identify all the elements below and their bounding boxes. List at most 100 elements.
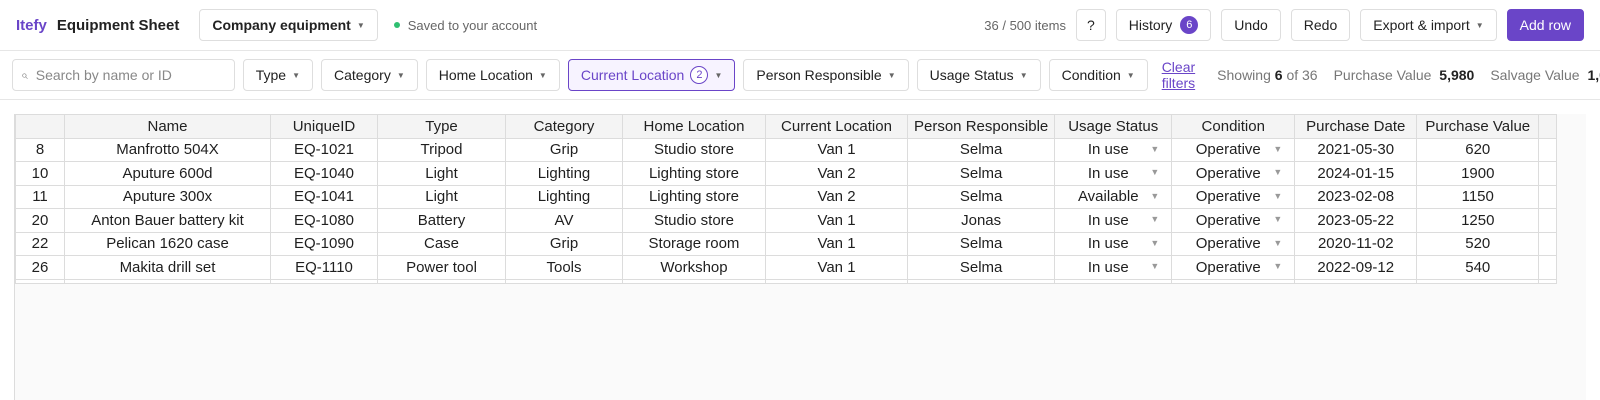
cell-uniqueid[interactable]: EQ-1040 xyxy=(270,161,378,186)
cell-condition[interactable]: Operative ▼ xyxy=(1171,137,1296,162)
cell-current-location[interactable]: Van 2 xyxy=(765,161,908,186)
column-header-name[interactable]: Name xyxy=(64,114,271,139)
cell-home-location[interactable]: Lighting store xyxy=(622,161,766,186)
cell-category[interactable]: Tools xyxy=(505,255,623,280)
cell-type[interactable]: Light xyxy=(377,161,506,186)
cell-condition[interactable]: Operative ▼ xyxy=(1171,231,1296,256)
cell-category[interactable]: Grip xyxy=(505,231,623,256)
cell-name[interactable]: Makita drill set xyxy=(64,255,271,280)
cell-uniqueid[interactable]: EQ-1021 xyxy=(270,137,378,162)
table-row[interactable]: 10 Aputure 600d EQ-1040 Light Lighting Lighti… xyxy=(15,161,1558,186)
cell-usage-status[interactable]: In use ▼ xyxy=(1054,255,1173,280)
cell-uniqueid[interactable]: EQ-1110 xyxy=(270,255,378,280)
cell-purchase-value[interactable]: 1900 xyxy=(1416,161,1540,186)
cell-person-responsible[interactable]: Selma xyxy=(906,231,1056,256)
cell-name[interactable]: Pelican 1620 case xyxy=(64,231,271,256)
cell-usage-status[interactable]: In use ▼ xyxy=(1054,208,1173,233)
row-number[interactable]: 22 xyxy=(15,231,65,256)
cell-person-responsible[interactable]: Selma xyxy=(906,184,1056,209)
history-button[interactable]: History 6 xyxy=(1115,9,1212,41)
cell-uniqueid[interactable]: EQ-1090 xyxy=(270,231,378,256)
cell-purchase-value[interactable]: 520 xyxy=(1416,231,1540,256)
table-row[interactable]: 20 Anton Bauer battery kit EQ-1080 Battery A… xyxy=(15,208,1558,233)
table-row[interactable]: 8 Manfrotto 504X EQ-1021 Tripod Grip Studio s… xyxy=(15,137,1558,162)
column-header-condition[interactable]: Condition xyxy=(1171,114,1296,139)
cell-usage-status[interactable]: In use ▼ xyxy=(1054,231,1173,256)
cell-type[interactable]: Power tool xyxy=(377,255,506,280)
cell-current-location[interactable]: Van 1 xyxy=(765,255,908,280)
table-row[interactable]: 26 Makita drill set EQ-1110 Power tool Tools… xyxy=(15,255,1558,280)
cell-condition[interactable]: Operative ▼ xyxy=(1171,161,1296,186)
column-header-uniqueid[interactable]: UniqueID xyxy=(270,114,378,139)
cell-home-location[interactable]: Workshop xyxy=(622,255,766,280)
cell-type[interactable]: Battery xyxy=(377,208,506,233)
cell-purchase-date[interactable]: 2023-05-22 xyxy=(1294,208,1418,233)
chevron-down-icon[interactable]: ▼ xyxy=(1273,144,1282,154)
add-column-header[interactable] xyxy=(1538,114,1558,139)
cell-usage-status[interactable]: In use ▼ xyxy=(1054,161,1173,186)
column-header-purchase-value[interactable]: Purchase Value xyxy=(1416,114,1540,139)
cell-home-location[interactable]: Studio store xyxy=(622,208,766,233)
column-header-category[interactable]: Category xyxy=(505,114,623,139)
column-header-type[interactable]: Type xyxy=(377,114,506,139)
sheet-selector[interactable]: Company equipment ▼ xyxy=(199,9,378,41)
cell-condition[interactable]: Operative ▼ xyxy=(1171,208,1296,233)
cell-person-responsible[interactable]: Selma xyxy=(906,255,1056,280)
cell-home-location[interactable]: Storage room xyxy=(622,231,766,256)
filter-person-responsible[interactable]: Person Responsible ▼ xyxy=(743,59,909,91)
chevron-down-icon[interactable]: ▼ xyxy=(1150,191,1159,201)
chevron-down-icon[interactable]: ▼ xyxy=(1150,167,1159,177)
filter-category[interactable]: Category ▼ xyxy=(321,59,418,91)
row-number[interactable]: 26 xyxy=(15,255,65,280)
column-header-home-location[interactable]: Home Location xyxy=(622,114,766,139)
cell-current-location[interactable]: Van 2 xyxy=(765,184,908,209)
row-number[interactable]: 8 xyxy=(15,137,65,162)
cell-uniqueid[interactable]: EQ-1080 xyxy=(270,208,378,233)
cell-type[interactable]: Tripod xyxy=(377,137,506,162)
row-number[interactable]: 20 xyxy=(15,208,65,233)
search-input[interactable] xyxy=(35,67,226,83)
column-header-current-location[interactable]: Current Location xyxy=(765,114,908,139)
clear-filters-link[interactable]: Clear filters xyxy=(1162,59,1195,91)
cell-purchase-date[interactable]: 2022-09-12 xyxy=(1294,255,1418,280)
cell-purchase-date[interactable]: 2024-01-15 xyxy=(1294,161,1418,186)
filter-home-location[interactable]: Home Location ▼ xyxy=(425,59,560,91)
filter-current-location[interactable]: Current Location 2 ▼ xyxy=(567,59,736,91)
row-number[interactable]: 11 xyxy=(15,184,65,209)
chevron-down-icon[interactable]: ▼ xyxy=(1150,214,1159,224)
cell-category[interactable]: Grip xyxy=(505,137,623,162)
cell-uniqueid[interactable]: EQ-1041 xyxy=(270,184,378,209)
chevron-down-icon[interactable]: ▼ xyxy=(1150,261,1159,271)
search-box[interactable]: ⌕ xyxy=(12,59,235,91)
cell-category[interactable]: Lighting xyxy=(505,184,623,209)
cell-condition[interactable]: Operative ▼ xyxy=(1171,255,1296,280)
column-header-purchase-date[interactable]: Purchase Date xyxy=(1294,114,1418,139)
cell-name[interactable]: Aputure 600d xyxy=(64,161,271,186)
table-row[interactable]: 11 Aputure 300x EQ-1041 Light Lighting Lighti… xyxy=(15,184,1558,209)
filter-condition[interactable]: Condition ▼ xyxy=(1048,59,1148,91)
cell-current-location[interactable]: Van 1 xyxy=(765,137,908,162)
column-header-person-responsible[interactable]: Person Responsible xyxy=(906,114,1056,139)
cell-person-responsible[interactable]: Jonas xyxy=(906,208,1056,233)
cell-usage-status[interactable]: In use ▼ xyxy=(1054,137,1173,162)
chevron-down-icon[interactable]: ▼ xyxy=(1273,238,1282,248)
cell-type[interactable]: Light xyxy=(377,184,506,209)
chevron-down-icon[interactable]: ▼ xyxy=(1273,191,1282,201)
chevron-down-icon[interactable]: ▼ xyxy=(1150,238,1159,248)
cell-purchase-date[interactable]: 2020-11-02 xyxy=(1294,231,1418,256)
row-number[interactable]: 10 xyxy=(15,161,65,186)
cell-purchase-date[interactable]: 2023-02-08 xyxy=(1294,184,1418,209)
undo-button[interactable]: Undo xyxy=(1221,9,1281,41)
chevron-down-icon[interactable]: ▼ xyxy=(1150,144,1159,154)
column-header-usage-status[interactable]: Usage Status xyxy=(1054,114,1173,139)
cell-category[interactable]: AV xyxy=(505,208,623,233)
cell-condition[interactable]: Operative ▼ xyxy=(1171,184,1296,209)
cell-type[interactable]: Case xyxy=(377,231,506,256)
cell-purchase-value[interactable]: 540 xyxy=(1416,255,1540,280)
cell-home-location[interactable]: Lighting store xyxy=(622,184,766,209)
cell-category[interactable]: Lighting xyxy=(505,161,623,186)
cell-name[interactable]: Manfrotto 504X xyxy=(64,137,271,162)
cell-usage-status[interactable]: Available ▼ xyxy=(1054,184,1173,209)
brand-logo[interactable]: Itefy xyxy=(16,17,47,34)
redo-button[interactable]: Redo xyxy=(1290,9,1351,41)
